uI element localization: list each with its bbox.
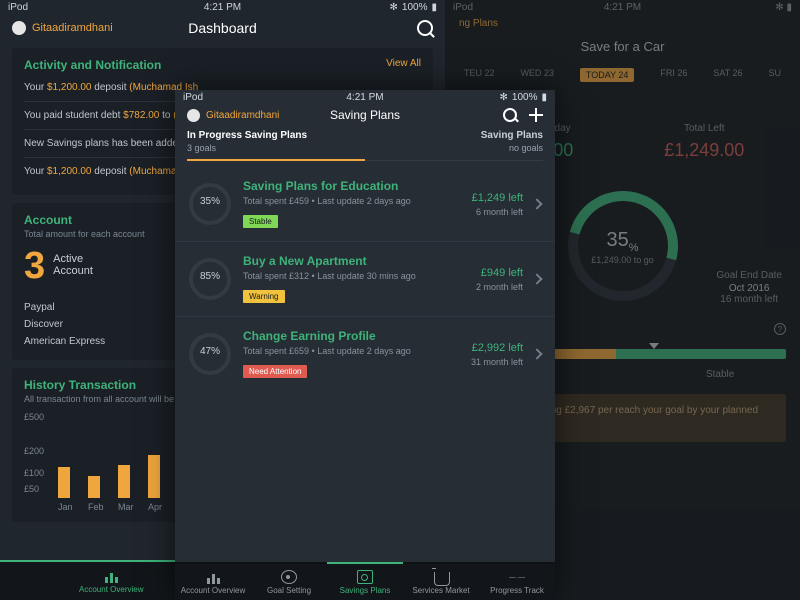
carrier-label: iPod: [8, 2, 28, 13]
progress-ring: 35% £1,249.00 to go: [568, 191, 678, 301]
tab-in-progress[interactable]: In Progress Saving Plans 3 goals: [187, 130, 365, 161]
spark-icon: [509, 570, 525, 584]
plan-row[interactable]: 47% Change Earning Profile Total spent £65…: [175, 317, 555, 391]
total-left-value: £1,249.00: [623, 140, 787, 161]
tab-goal-setting[interactable]: Goal Setting: [251, 564, 327, 600]
page-title: Saving Plans: [330, 108, 400, 122]
plan-tabs: In Progress Saving Plans 3 goals Saving …: [175, 130, 555, 161]
back-link[interactable]: ng Plans: [445, 14, 800, 33]
tab-account-overview[interactable]: Account Overview: [175, 564, 251, 600]
clock-label: 4:21 PM: [204, 2, 241, 13]
plan-detail: Total spent £659 • Last update 2 days ag…: [243, 346, 471, 356]
chart-bar: [88, 476, 100, 498]
chevron-right-icon: [531, 348, 542, 359]
chart-bar: [58, 467, 70, 498]
target-icon: [281, 570, 297, 584]
header: Gitaadiramdhani Dashboard: [0, 14, 445, 46]
activity-title: Activity and Notification: [24, 58, 421, 72]
plan-detail: Total spent £459 • Last update 2 days ag…: [243, 196, 472, 206]
amount-left: £949 left: [476, 267, 523, 279]
battery-icon: ▮: [431, 2, 437, 13]
account-count: 3: [24, 247, 45, 285]
chart-bar: [148, 455, 160, 498]
day-item[interactable]: SU: [769, 68, 782, 82]
plan-list: 35% Saving Plans for Education Total spent…: [175, 161, 555, 397]
day-item[interactable]: TEU 22: [464, 68, 495, 82]
status-badge: Stable: [243, 215, 278, 228]
plan-title: Change Earning Profile: [243, 329, 471, 343]
status-bar: iPod 4:21 PM ✻ ▮: [445, 0, 800, 14]
save-icon: [357, 570, 373, 584]
tab-bar: Account Overview Goal Setting Savings Pl…: [175, 562, 555, 600]
day-item[interactable]: SAT 26: [713, 68, 742, 82]
status-bar: iPod 4:21 PM ✻ 100%▮: [0, 0, 445, 14]
months-left: 31 month left: [471, 357, 523, 367]
chart-bar: [118, 465, 130, 498]
plan-row[interactable]: 85% Buy a New Apartment Total spent £312 •…: [175, 242, 555, 317]
page-title: Save for a Car: [445, 33, 800, 64]
plan-row[interactable]: 35% Saving Plans for Education Total spent…: [175, 167, 555, 242]
status-badge: Warning: [243, 290, 285, 303]
avatar[interactable]: [187, 109, 200, 122]
cart-icon: [434, 572, 450, 586]
tab-saving-plans[interactable]: Saving Plans no goals: [365, 130, 543, 161]
battery-label: 100%: [402, 2, 428, 13]
progress-ring: 35%: [189, 183, 231, 225]
day-selector: TEU 22 WED 23 TODAY 24 FRI 26 SAT 26 SU: [445, 64, 800, 86]
help-icon[interactable]: ?: [774, 323, 786, 335]
day-item[interactable]: FRI 26: [660, 68, 687, 82]
chevron-right-icon: [531, 273, 542, 284]
progress-ring: 47%: [189, 333, 231, 375]
day-item[interactable]: WED 23: [520, 68, 554, 82]
header: Gitaadiramdhani Saving Plans: [175, 104, 555, 130]
plan-detail: Total spent £312 • Last update 30 mins a…: [243, 271, 476, 281]
progress-ring: 85%: [189, 258, 231, 300]
status-bar: iPod 4:21 PM ✻100%▮: [175, 90, 555, 104]
status-badge: Need Attention: [243, 365, 307, 378]
tab-services-market[interactable]: Services Market: [403, 564, 479, 600]
bluetooth-icon: ✻: [390, 2, 398, 13]
username-label[interactable]: Gitaadiramdhani: [32, 22, 113, 34]
page-title: Dashboard: [188, 20, 257, 36]
tab-progress-track[interactable]: Progress Track: [479, 564, 555, 600]
view-all-link[interactable]: View All: [386, 58, 421, 69]
day-item-today[interactable]: TODAY 24: [580, 68, 635, 82]
search-icon[interactable]: [417, 20, 433, 36]
saving-plans-screen: iPod 4:21 PM ✻100%▮ Gitaadiramdhani Savi…: [175, 90, 555, 600]
tab-savings-plans[interactable]: Savings Plans: [327, 562, 403, 600]
add-icon[interactable]: [529, 108, 543, 122]
months-left: 2 month left: [476, 282, 523, 292]
search-icon[interactable]: [503, 108, 517, 122]
username-label[interactable]: Gitaadiramdhani: [206, 110, 279, 121]
avatar[interactable]: [12, 21, 26, 35]
plan-title: Saving Plans for Education: [243, 179, 472, 193]
months-left: 6 month left: [472, 207, 523, 217]
bars-icon: [103, 569, 119, 583]
chevron-right-icon: [531, 198, 542, 209]
amount-left: £1,249 left: [472, 192, 523, 204]
bars-icon: [205, 570, 221, 584]
amount-left: £2,992 left: [471, 342, 523, 354]
goal-end-info: Goal End Date Oct 2016 16 month left: [716, 270, 782, 305]
total-left-label: Total Left: [623, 123, 787, 134]
plan-title: Buy a New Apartment: [243, 254, 476, 268]
